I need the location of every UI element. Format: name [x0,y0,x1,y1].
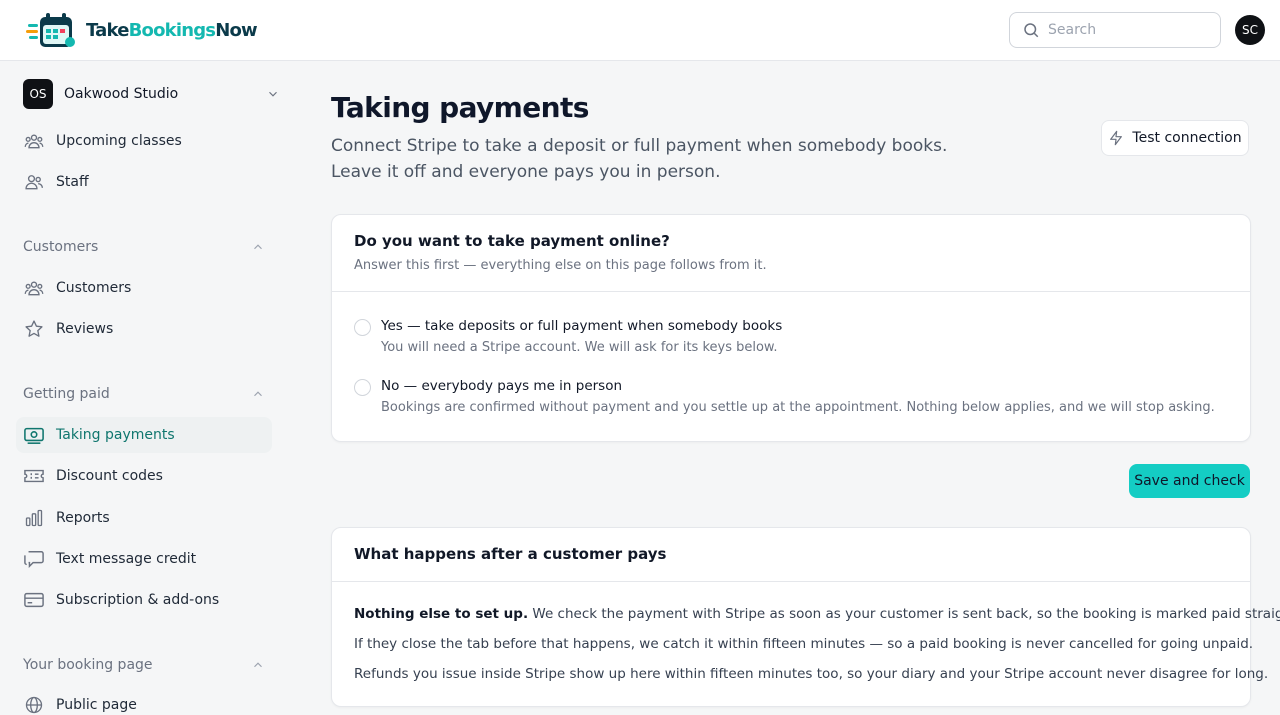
test-connection-label: Test connection [1132,130,1242,146]
sidebar-item-discount-codes[interactable]: Discount codes [16,458,272,494]
option-title: No — everybody pays me in person [381,378,623,394]
sidebar-item-label: Taking payments [56,427,175,443]
search-input[interactable] [1048,22,1198,38]
sidebar-item-label: Upcoming classes [56,133,182,149]
chevron-up-icon [254,244,262,250]
section-header-customers[interactable]: Customers [23,237,265,257]
globe-icon [23,694,45,715]
card-divider [332,291,1250,292]
test-connection-button[interactable]: Test connection [1101,120,1249,156]
logo[interactable]: TakeBookingsNow [26,10,258,50]
sidebar-item-label: Customers [56,280,132,296]
sidebar-item-text-message-credit[interactable]: Text message credit [16,541,272,577]
sidebar-item-label: Reviews [56,321,114,337]
option-title: Yes — take deposits or full payment when… [381,318,783,334]
chevron-up-icon [254,391,262,397]
org-switcher[interactable]: OS Oakwood Studio [23,79,280,109]
org-avatar: OS [23,79,53,109]
sidebar-item-label: Subscription & add-ons [56,592,220,608]
section-header-booking-page[interactable]: Your booking page [23,655,265,675]
section-title: Getting paid [23,386,110,402]
sidebar-item-subscription[interactable]: Subscription & add-ons [16,582,272,618]
card-title: Do you want to take payment online? [354,232,670,250]
option-no[interactable]: No — everybody pays me in person Booking… [354,378,1215,415]
sidebar-item-label: Text message credit [56,551,197,567]
sidebar-item-reviews[interactable]: Reviews [16,311,272,347]
star-icon [23,318,45,340]
section-header-getting-paid[interactable]: Getting paid [23,384,265,404]
search-icon [1024,23,1039,38]
sidebar-item-label: Discount codes [56,468,163,484]
option-description: Bookings are confirmed without payment a… [381,400,1215,415]
payments-icon [23,424,45,446]
users-icon [23,277,45,299]
bar-chart-icon [23,507,45,529]
org-name: Oakwood Studio [64,86,179,102]
radio-yes[interactable] [354,319,371,336]
top-bar: TakeBookingsNow SC [0,0,1280,61]
lead-bold: Nothing else to set up. [354,606,529,622]
brand-name: TakeBookingsNow [86,19,258,41]
section-title: Your booking page [23,657,153,673]
card-title: What happens after a customer pays [354,545,667,563]
lead-rest: We check the payment with Stripe as soon… [528,606,1280,622]
search-box[interactable] [1009,12,1221,48]
card-hint: Answer this first — everything else on t… [354,258,767,273]
page-title: Taking payments [331,91,589,124]
sidebar-item-public-page[interactable]: Public page [16,687,272,715]
page-subtitle: Connect Stripe to take a deposit or full… [331,136,948,182]
after-payment-line-2: If they close the tab before that happen… [354,636,1254,652]
sidebar-item-customers[interactable]: Customers [16,270,272,306]
option-description: You will need a Stripe account. We will … [381,340,778,355]
radio-no[interactable] [354,379,371,396]
save-and-check-button[interactable]: Save and check [1129,464,1250,498]
after-payment-line-1: Nothing else to set up. We check the pay… [354,606,1280,622]
sidebar-item-label: Public page [56,697,137,713]
after-payment-line-3: Refunds you issue inside Stripe show up … [354,666,1269,682]
chevron-down-icon [269,91,277,97]
sidebar-item-staff[interactable]: Staff [16,164,272,200]
sidebar-item-upcoming-classes[interactable]: Upcoming classes [16,123,272,159]
lightning-icon [1110,130,1123,146]
payment-question-card: Do you want to take payment online? Answ… [331,214,1251,442]
chevron-up-icon [254,662,262,668]
sidebar-item-label: Reports [56,510,110,526]
sidebar-item-reports[interactable]: Reports [16,500,272,536]
user-avatar[interactable]: SC [1235,15,1265,45]
section-title: Customers [23,239,99,255]
sidebar-item-taking-payments[interactable]: Taking payments [16,417,272,453]
sidebar-item-label: Staff [56,174,89,190]
ticket-icon [23,465,45,487]
credit-card-icon [23,589,45,611]
staff-icon [23,171,45,193]
option-yes[interactable]: Yes — take deposits or full payment when… [354,318,782,355]
sidebar: OS Oakwood Studio Upcoming classes Staff… [0,61,290,715]
after-payment-card: What happens after a customer pays Nothi… [331,527,1280,707]
calendar-logo-icon [26,13,75,47]
message-icon [23,548,45,570]
card-divider [332,581,1250,582]
users-icon [23,130,45,152]
